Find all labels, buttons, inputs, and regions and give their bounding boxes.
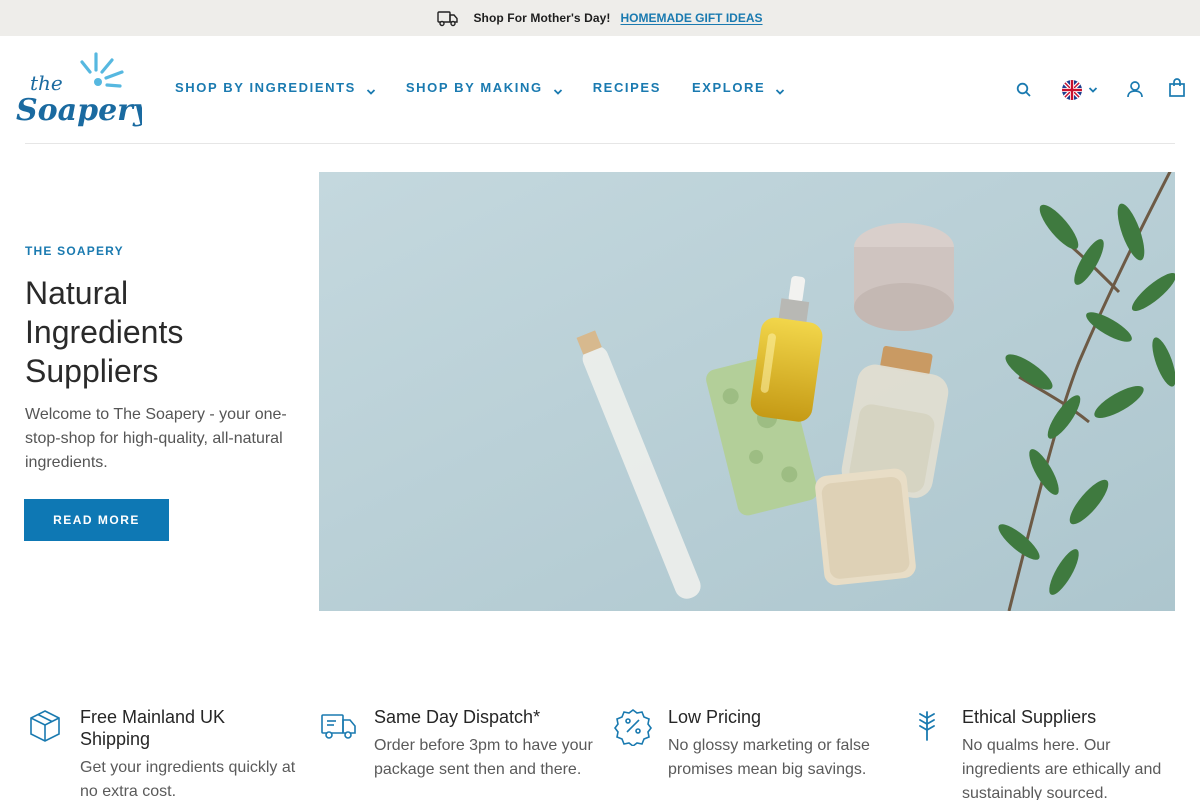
- nav-label: EXPLORE: [691, 80, 766, 95]
- feature-description: No qualms here. Our ingredients are ethi…: [962, 737, 1162, 800]
- hero-description: Welcome to The Soapery - your one-stop-s…: [25, 406, 287, 471]
- nav-recipes[interactable]: RECIPES: [593, 80, 661, 95]
- nav-shop-by-making[interactable]: SHOP BY MAKING: [406, 80, 563, 95]
- discount-badge-icon: [613, 706, 653, 747]
- site-header: the Soapery SHOP BY INGREDIENTS SHOP BY …: [0, 36, 1200, 144]
- feature-title: Free Mainland UK Shipping: [80, 707, 226, 749]
- search-icon[interactable]: [1012, 78, 1036, 102]
- logo-graphic: the Soapery: [16, 52, 153, 128]
- nav-shop-by-ingredients[interactable]: SHOP BY INGREDIENTS: [175, 80, 376, 95]
- user-icon[interactable]: [1123, 77, 1147, 101]
- hero-title-line: Natural: [25, 275, 129, 311]
- chevron-down-icon: [775, 84, 785, 95]
- nav-label: SHOP BY INGREDIENTS: [175, 80, 356, 95]
- main-navigation: SHOP BY INGREDIENTS SHOP BY MAKING RECIP…: [175, 80, 815, 95]
- announcement-link[interactable]: HOMEMADE GIFT IDEAS: [621, 11, 763, 25]
- svg-text:Soapery: Soapery: [16, 93, 142, 128]
- shopping-bag-icon[interactable]: [1165, 76, 1189, 100]
- nav-label: SHOP BY MAKING: [405, 80, 543, 95]
- chevron-down-icon: [553, 84, 563, 95]
- delivery-truck-icon: [437, 9, 459, 27]
- features-row: Free Mainland UK Shipping Get your ingre…: [25, 706, 1175, 800]
- feature-description: No glossy marketing or false promises me…: [668, 737, 870, 778]
- hero-title: Natural Ingredients Suppliers: [25, 274, 295, 391]
- feature-title: Ethical Suppliers: [962, 707, 1097, 727]
- hero-eyebrow: THE SOAPERY: [25, 244, 124, 258]
- plant-stem-icon: [907, 706, 947, 746]
- nav-explore[interactable]: EXPLORE: [692, 80, 785, 95]
- nav-label: RECIPES: [592, 80, 661, 95]
- announcement-message: Shop For Mother's Day!: [473, 11, 611, 25]
- box-icon: [25, 706, 65, 746]
- svg-text:the: the: [30, 71, 63, 95]
- delivery-truck-icon: [319, 706, 359, 746]
- feature-title: Low Pricing: [668, 707, 762, 727]
- feature-description: Order before 3pm to have your package se…: [374, 737, 593, 778]
- hero-title-line: Ingredients: [25, 314, 184, 350]
- chevron-down-icon: [366, 84, 376, 95]
- feature-description: Get your ingredients quickly at no extra…: [80, 759, 296, 800]
- soapery-logo[interactable]: the Soapery: [14, 48, 153, 134]
- chevron-down-icon: [1088, 81, 1098, 99]
- header-divider: [25, 143, 1175, 144]
- hero-title-line: Suppliers: [25, 353, 159, 389]
- hero-content: THE SOAPERY Natural Ingredients Supplier…: [25, 244, 295, 475]
- read-more-button[interactable]: READ MORE: [24, 499, 169, 541]
- uk-flag-icon: [1062, 80, 1082, 100]
- announcement-bar: Shop For Mother's Day! HOMEMADE GIFT IDE…: [0, 0, 1200, 36]
- feature-title: Same Day Dispatch*: [374, 707, 541, 727]
- language-selector[interactable]: [1062, 80, 1098, 100]
- natural-ingredients-photo: [319, 172, 1175, 611]
- hero-image: [319, 172, 1175, 611]
